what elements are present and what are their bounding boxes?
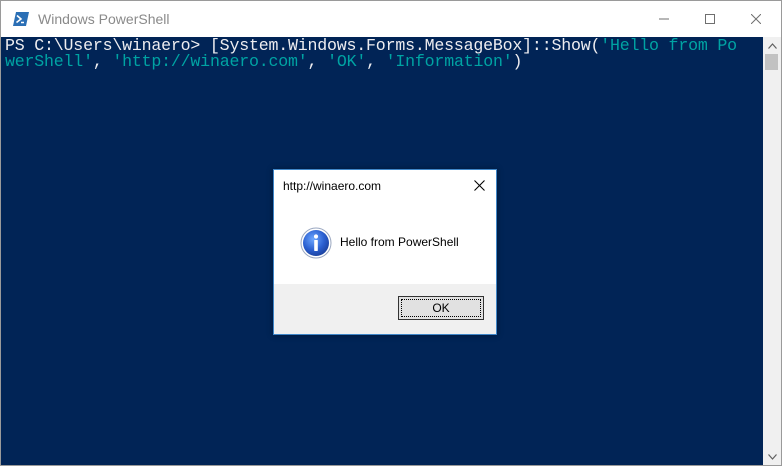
minimize-icon [659, 18, 669, 20]
window-title: Windows PowerShell [38, 11, 170, 27]
close-icon [751, 14, 761, 24]
close-icon [473, 179, 485, 191]
chevron-down-icon [767, 453, 777, 460]
scroll-up-button[interactable] [763, 37, 781, 54]
string-arg-icon: 'Information' [385, 52, 513, 71]
close-paren: ) [512, 52, 523, 71]
scrollbar-thumb[interactable] [765, 54, 778, 70]
dialog-close-button[interactable] [471, 177, 487, 193]
chevron-up-icon [767, 42, 777, 49]
minimize-button[interactable] [641, 1, 687, 37]
string-arg-message-end: werShell' [5, 52, 93, 71]
maximize-icon [705, 14, 715, 24]
string-arg-message-start: 'Hello from Po [600, 36, 737, 55]
string-arg-buttons: 'OK' [327, 52, 367, 71]
message-box-dialog: http://winaero.com Hello from PowerShell… [273, 169, 497, 335]
separator: , [307, 52, 328, 71]
ok-button[interactable]: OK [398, 296, 484, 320]
close-button[interactable] [733, 1, 779, 37]
maximize-button[interactable] [687, 1, 733, 37]
powershell-icon [13, 12, 29, 26]
information-icon [300, 227, 332, 259]
dialog-button-bar: OK [274, 284, 496, 334]
scroll-down-button[interactable] [763, 448, 781, 465]
dialog-message: Hello from PowerShell [340, 235, 459, 249]
separator: , [366, 52, 386, 71]
title-bar[interactable]: Windows PowerShell [1, 1, 781, 37]
powershell-window: Windows PowerShell PS C:\Users\winaero> … [0, 0, 782, 466]
vertical-scrollbar[interactable] [763, 37, 781, 465]
string-arg-title: 'http://winaero.com' [112, 52, 308, 71]
console-line-2: werShell', 'http://winaero.com', 'OK', '… [5, 52, 523, 71]
dialog-title: http://winaero.com [283, 179, 382, 193]
separator: , [92, 52, 113, 71]
